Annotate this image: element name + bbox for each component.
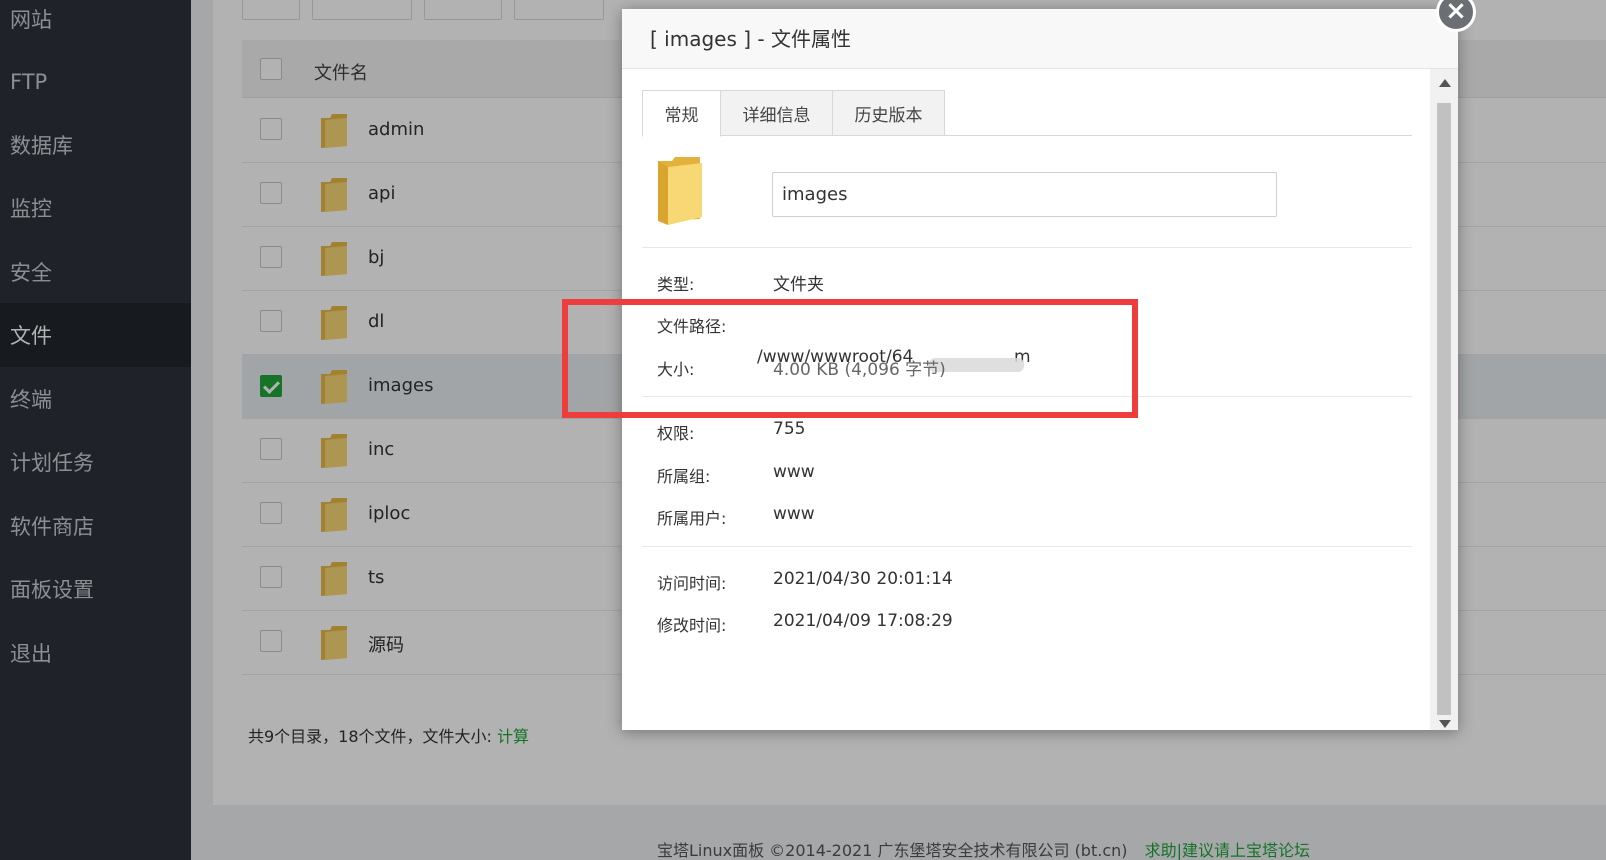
group-value: www xyxy=(773,462,815,482)
folder-large-icon xyxy=(658,157,702,225)
properties-tabs: 常规 详细信息 历史版本 xyxy=(642,90,1412,137)
scroll-down-arrow-icon[interactable] xyxy=(1439,720,1451,728)
access-time-label: 访问时间: xyxy=(657,574,727,593)
modify-time-value: 2021/04/09 17:08:29 xyxy=(773,611,953,631)
dialog-scrollbar[interactable] xyxy=(1430,69,1458,730)
folder-name-input[interactable] xyxy=(772,172,1277,217)
type-value: 文件夹 xyxy=(773,275,824,295)
scroll-thumb[interactable] xyxy=(1437,103,1451,715)
tab-general[interactable]: 常规 xyxy=(642,90,721,137)
group-label: 所属组: xyxy=(657,467,711,486)
tab-history[interactable]: 历史版本 xyxy=(832,90,945,136)
divider xyxy=(642,546,1412,547)
type-label: 类型: xyxy=(657,275,695,294)
access-time-value: 2021/04/30 20:01:14 xyxy=(773,569,953,589)
permission-label: 权限: xyxy=(657,424,695,443)
permission-value: 755 xyxy=(773,419,806,439)
owner-value: www xyxy=(773,504,815,524)
divider xyxy=(642,247,1412,248)
modify-time-label: 修改时间: xyxy=(657,616,727,635)
dialog-title: [ images ] - 文件属性 xyxy=(622,9,1458,69)
tab-details[interactable]: 详细信息 xyxy=(720,90,833,136)
owner-label: 所属用户: xyxy=(657,509,727,528)
annotation-highlight-box xyxy=(562,299,1138,418)
scroll-up-arrow-icon[interactable] xyxy=(1439,79,1451,87)
